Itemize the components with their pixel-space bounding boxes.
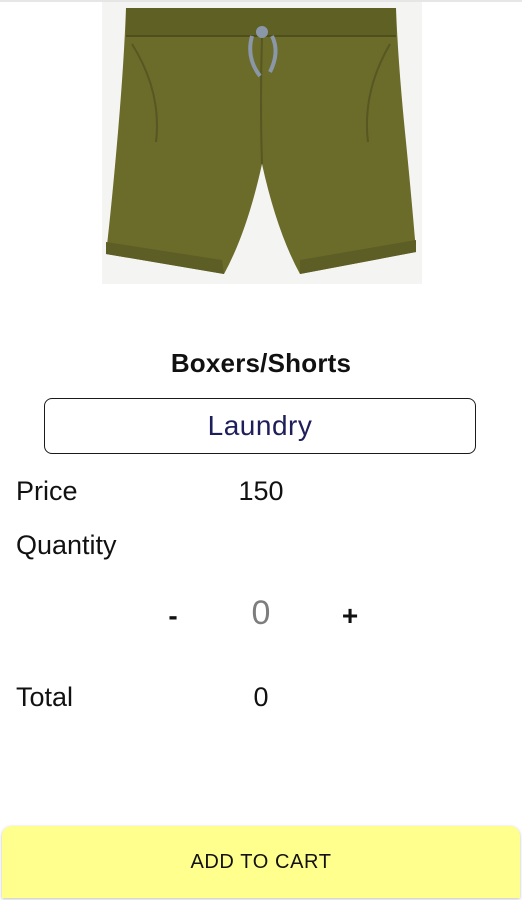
add-to-cart-button[interactable]: ADD TO CART — [2, 826, 520, 898]
price-value: 150 — [238, 476, 284, 506]
product-title: Boxers/Shorts — [170, 348, 352, 378]
category-label: Laundry — [207, 410, 313, 441]
add-to-cart-label: ADD TO CART — [190, 850, 332, 873]
quantity-label: Quantity — [16, 530, 117, 560]
increment-button[interactable]: + — [330, 596, 370, 636]
price-label: Price — [16, 476, 78, 506]
quantity-value: 0 — [251, 594, 271, 632]
category-field[interactable]: Laundry — [44, 398, 476, 454]
total-label: Total — [16, 682, 74, 712]
decrement-button[interactable]: - — [153, 596, 193, 636]
total-value: 0 — [253, 682, 269, 712]
product-image — [102, 2, 422, 284]
